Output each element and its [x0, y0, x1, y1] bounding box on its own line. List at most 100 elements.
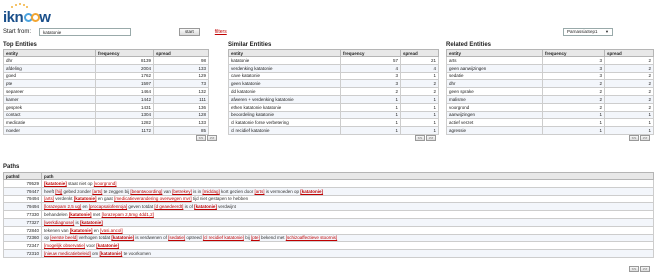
table-row[interactable]: 77327 [werkdiagnose] is [katatonie] — [3, 217, 654, 227]
table-row[interactable]: 79529 [katatonie] staat niet op [voorgron… — [3, 179, 654, 188]
entity-link[interactable]: [lorazepam 2,5mg 4dd1,2] — [102, 212, 154, 217]
focus-entity-link[interactable]: [katatonie] — [70, 228, 93, 233]
table-row[interactable]: voorgrond 2 2 — [446, 102, 654, 112]
next-page-button[interactable]: >> — [207, 135, 217, 141]
entity-link[interactable]: [betrekey] — [172, 189, 192, 194]
table-row[interactable]: dd katatonie 2 2 — [228, 87, 439, 96]
table-row[interactable]: 72310 [nieuw medicatiebeleid] om [kataton… — [3, 249, 654, 258]
prev-page-button[interactable]: << — [196, 135, 206, 141]
entity-link[interactable]: [arts] — [254, 189, 264, 194]
entity-cell[interactable]: noeder — [3, 126, 96, 135]
prev-page-button[interactable]: << — [629, 135, 639, 141]
table-row[interactable]: actief verzet 1 1 — [446, 118, 654, 128]
entity-cell[interactable]: malisme — [446, 94, 543, 104]
entity-link[interactable]: [arts] — [44, 196, 54, 201]
entity-cell[interactable]: aanwijzingen — [446, 110, 543, 120]
column-header[interactable]: pathId — [3, 172, 42, 180]
focus-entity-link[interactable]: [katatonie] — [100, 251, 123, 256]
table-row[interactable]: geen katatonie 3 2 — [228, 79, 439, 89]
entity-cell[interactable]: geen katatonie — [228, 79, 341, 89]
column-header[interactable]: entity — [446, 49, 543, 57]
column-header[interactable]: spread — [153, 49, 209, 57]
table-row[interactable]: cave katatonie 3 1 — [228, 71, 439, 81]
entity-link[interactable]: [procapsalofenroja] — [89, 204, 127, 209]
entity-cell[interactable]: voorgrond — [446, 102, 543, 112]
table-row[interactable]: malisme 2 2 — [446, 94, 654, 104]
entity-cell[interactable]: geen sprake — [446, 87, 543, 96]
table-row[interactable]: gesprek 1431 136 — [3, 102, 209, 112]
column-header[interactable]: entity — [228, 49, 341, 57]
focus-entity-link[interactable]: [katatonie] — [96, 243, 119, 248]
table-row[interactable]: pte 1597 73 — [3, 79, 209, 89]
column-header[interactable]: frequency — [95, 49, 154, 57]
table-row[interactable]: kamer 1442 111 — [3, 94, 209, 104]
table-row[interactable]: noeder 1172 85 — [3, 126, 209, 135]
table-row[interactable]: afdeling 2004 133 — [3, 63, 209, 73]
table-row[interactable]: agressie 1 1 — [446, 126, 654, 135]
focus-entity-link[interactable]: [katatonie] — [44, 181, 67, 186]
entity-cell[interactable]: dd katatonie — [228, 87, 341, 96]
focus-entity-link[interactable]: [katatonie] — [300, 189, 323, 194]
entity-cell[interactable]: goed — [3, 71, 96, 81]
entity-cell[interactable]: katatonie — [228, 56, 341, 65]
entity-cell[interactable]: ethen katatonie katatonie — [228, 102, 341, 112]
entity-link[interactable]: [nieuw medicatiebeleid] — [44, 251, 91, 256]
focus-entity-link[interactable]: [katatonie] — [80, 220, 103, 225]
table-row[interactable]: sedatie 3 2 — [446, 71, 654, 81]
entity-cell[interactable]: pte — [3, 79, 96, 89]
table-row[interactable]: beoordeling katatonie 1 1 — [228, 110, 439, 120]
entity-link[interactable]: [vasi.ancol] — [100, 228, 123, 233]
next-page-button[interactable]: >> — [426, 135, 436, 141]
table-row[interactable]: 72840 tekenen van [katatonie] en [vasi.an… — [3, 225, 654, 235]
table-row[interactable]: 79494 [lorazepam 2,5 ug] en [procapsalofe… — [3, 202, 654, 212]
table-row[interactable]: aanwijzingen 1 1 — [446, 110, 654, 120]
entity-link[interactable]: [mogelijk observatie] — [44, 243, 85, 248]
entity-cell[interactable]: agressie — [446, 126, 543, 135]
entity-cell[interactable]: afdeling — [3, 63, 96, 73]
entity-cell[interactable]: cl recidief katatonie — [228, 126, 341, 135]
entity-link[interactable]: [pte] — [251, 235, 260, 240]
column-header[interactable]: spread — [604, 49, 654, 57]
entity-link[interactable]: [medicatieverandering overwegen mvr] — [114, 196, 192, 201]
table-row[interactable]: 77330 behandelen [katatonie] met [lorazep… — [3, 210, 654, 219]
next-page-button[interactable]: >> — [640, 266, 650, 272]
prev-page-button[interactable]: << — [415, 135, 425, 141]
table-row[interactable]: ethen katatonie katatonie 1 1 — [228, 102, 439, 112]
table-row[interactable]: geen sprake 2 2 — [446, 87, 654, 96]
table-row[interactable]: arts 3 2 — [446, 56, 654, 65]
entity-cell[interactable]: verdenking katatonie — [228, 63, 341, 73]
dataset-select[interactable]: ParnassiaSep1 ▼ — [563, 28, 613, 36]
focus-entity-link[interactable]: [katatonie] — [194, 204, 217, 209]
entity-cell[interactable]: beoordeling katatonie — [228, 110, 341, 120]
table-row[interactable]: verdenking katatonie 4 4 — [228, 63, 439, 73]
table-row[interactable]: dhr 8139 98 — [3, 56, 209, 65]
start-term-input[interactable] — [39, 28, 132, 36]
table-row[interactable]: 72360 op [eerste beeld] verhogen totdat [… — [3, 233, 654, 243]
column-header[interactable]: spread — [400, 49, 439, 57]
column-header[interactable]: frequency — [542, 49, 605, 57]
table-row[interactable]: katatonie 57 21 — [228, 56, 439, 65]
table-row[interactable]: geen aanwijzingen 3 2 — [446, 63, 654, 73]
focus-entity-link[interactable]: [katatonie] — [69, 212, 92, 217]
entity-cell[interactable]: afweren + verdenking katatonie — [228, 94, 341, 104]
entity-link[interactable]: [lorazepam 2,5 ug] — [44, 204, 81, 209]
next-page-button[interactable]: >> — [640, 135, 650, 141]
entity-link[interactable]: [eerste beeld] — [50, 235, 77, 240]
entity-link[interactable]: [d geaedeerdt] — [154, 204, 183, 209]
entity-cell[interactable]: cave katatonie — [228, 71, 341, 81]
table-row[interactable]: 79494 [arts] verdenkt [katatonie] en gaat… — [3, 194, 654, 204]
entity-cell[interactable]: geen aanwijzingen — [446, 63, 543, 73]
entity-cell[interactable]: contact — [3, 110, 96, 120]
entity-link[interactable]: [middag] — [202, 189, 219, 194]
entity-link[interactable]: [voorgrond] — [94, 181, 117, 186]
entity-link[interactable]: [beantwoording] — [130, 189, 162, 194]
entity-cell[interactable]: gesprek — [3, 102, 96, 112]
entity-cell[interactable]: cl katatonie forse verbetering — [228, 118, 341, 128]
focus-entity-link[interactable]: [katatonie] — [111, 235, 134, 240]
entity-cell[interactable]: medicatie — [3, 118, 96, 128]
entity-link[interactable]: [schizoaffectieve stoornis] — [286, 235, 337, 240]
table-row[interactable]: goed 1762 129 — [3, 71, 209, 81]
entity-link[interactable]: [werkdiagnose] — [44, 220, 74, 225]
column-header[interactable]: entity — [3, 49, 96, 57]
prev-page-button[interactable]: << — [629, 266, 639, 272]
